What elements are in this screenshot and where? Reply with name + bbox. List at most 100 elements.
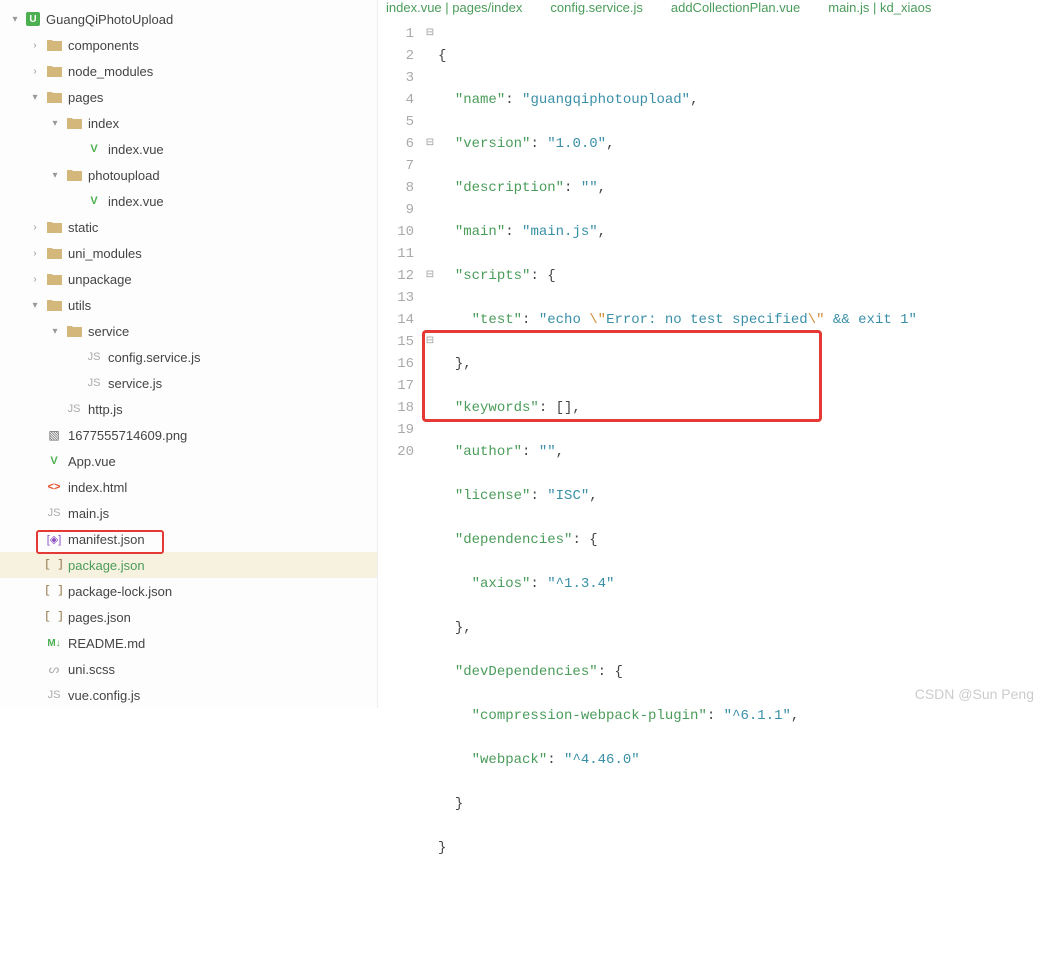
chevron-right-icon[interactable]: › <box>28 64 42 78</box>
chevron-down-icon[interactable]: ▾ <box>28 298 42 312</box>
tree-item-label: package.json <box>68 558 145 573</box>
file-index-html[interactable]: ·<>index.html <box>0 474 377 500</box>
folder-pages[interactable]: ▾pages <box>0 84 377 110</box>
line-number: 2 <box>378 45 414 67</box>
chevron-down-icon[interactable]: ▾ <box>8 12 22 26</box>
fold-marker <box>422 419 438 441</box>
file-main-js[interactable]: ·JSmain.js <box>0 500 377 526</box>
tab-0[interactable]: index.vue | pages/index <box>386 0 522 15</box>
line-number: 16 <box>378 353 414 375</box>
file-package-json[interactable]: ·[ ]package.json <box>0 552 377 578</box>
fold-marker <box>422 397 438 419</box>
chevron-right-icon[interactable]: › <box>28 220 42 234</box>
fold-marker[interactable]: ⊟ <box>422 23 438 45</box>
tree-item-label: index <box>88 116 119 131</box>
folder-index[interactable]: ▾ index <box>0 110 377 136</box>
file-manifest-json[interactable]: ·[◈]manifest.json <box>0 526 377 552</box>
tab-2[interactable]: addCollectionPlan.vue <box>671 0 800 15</box>
chevron-down-icon[interactable]: ▾ <box>28 90 42 104</box>
fold-marker <box>422 441 438 463</box>
tree-item-label: GuangQiPhotoUpload <box>46 12 173 27</box>
fold-marker <box>422 309 438 331</box>
file-uni-scss[interactable]: ·ᔕuni.scss <box>0 656 377 682</box>
file-readme-md[interactable]: ·M↓README.md <box>0 630 377 656</box>
folder-node-modules[interactable]: › node_modules <box>0 58 377 84</box>
chevron-down-icon[interactable]: ▾ <box>48 324 62 338</box>
fold-marker <box>422 67 438 89</box>
fold-marker <box>422 221 438 243</box>
folder-icon <box>46 297 62 313</box>
tree-item-label: README.md <box>68 636 145 651</box>
fold-marker[interactable]: ⊟ <box>422 133 438 155</box>
file-index-vue-1[interactable]: ·Vindex.vue <box>0 136 377 162</box>
fold-marker <box>422 177 438 199</box>
md-icon: M↓ <box>46 635 62 651</box>
folder-utils[interactable]: ▾utils <box>0 292 377 318</box>
tab-3[interactable]: main.js | kd_xiaos <box>828 0 931 15</box>
tree-item-label: main.js <box>68 506 109 521</box>
line-number: 17 <box>378 375 414 397</box>
folder-photoupload[interactable]: ▾photoupload <box>0 162 377 188</box>
fold-marker <box>422 243 438 265</box>
line-number: 15 <box>378 331 414 353</box>
file-http-js[interactable]: ·JShttp.js <box>0 396 377 422</box>
file-pages-json[interactable]: ·[ ]pages.json <box>0 604 377 630</box>
fold-marker <box>422 375 438 397</box>
line-number: 5 <box>378 111 414 133</box>
line-number: 11 <box>378 243 414 265</box>
folder-icon <box>46 37 62 53</box>
tree-item-label: 1677555714609.png <box>68 428 187 443</box>
folder-icon <box>46 245 62 261</box>
js-icon: JS <box>86 375 102 391</box>
file-index-vue-2[interactable]: ·Vindex.vue <box>0 188 377 214</box>
file-service-js[interactable]: ·JSservice.js <box>0 370 377 396</box>
editor-area: index.vue | pages/index config.service.js… <box>378 0 1044 708</box>
folder-components[interactable]: ›components <box>0 32 377 58</box>
chevron-down-icon[interactable]: ▾ <box>48 168 62 182</box>
tree-item-label: config.service.js <box>108 350 200 365</box>
tree-item-label: node_modules <box>68 64 153 79</box>
fold-marker <box>422 111 438 133</box>
fold-marker <box>422 353 438 375</box>
file-package-lock-json[interactable]: ·[ ]package-lock.json <box>0 578 377 604</box>
tree-item-label: service <box>88 324 129 339</box>
code-content[interactable]: { "name": "guangqiphotoupload", "version… <box>438 15 1044 969</box>
line-gutter: 1234567891011121314151617181920 <box>378 15 422 969</box>
code-editor[interactable]: 1234567891011121314151617181920 ⊟⊟⊟⊟ { "… <box>378 15 1044 969</box>
json-icon: [ ] <box>46 583 62 599</box>
line-number: 19 <box>378 419 414 441</box>
manifest-icon: [◈] <box>46 531 62 547</box>
line-number: 7 <box>378 155 414 177</box>
file-explorer[interactable]: ▾UGuangQiPhotoUpload›components›node_mod… <box>0 0 378 708</box>
scss-icon: ᔕ <box>46 661 62 677</box>
js-icon: JS <box>46 505 62 521</box>
folder-service[interactable]: ▾ service <box>0 318 377 344</box>
fold-marker[interactable]: ⊟ <box>422 331 438 353</box>
fold-marker <box>422 89 438 111</box>
chevron-right-icon[interactable]: › <box>28 38 42 52</box>
js-icon: JS <box>66 401 82 417</box>
folder-unpackage[interactable]: ›unpackage <box>0 266 377 292</box>
tab-1[interactable]: config.service.js <box>550 0 642 15</box>
chevron-down-icon[interactable]: ▾ <box>48 116 62 130</box>
line-number: 18 <box>378 397 414 419</box>
file-vue-config-js[interactable]: ·JSvue.config.js <box>0 682 377 708</box>
tree-item-label: service.js <box>108 376 162 391</box>
folder-static[interactable]: › static <box>0 214 377 240</box>
line-number: 13 <box>378 287 414 309</box>
chevron-right-icon[interactable]: › <box>28 246 42 260</box>
project-root[interactable]: ▾ U GuangQiPhotoUpload <box>0 6 377 32</box>
watermark: CSDN @Sun Peng <box>915 686 1034 702</box>
folder-uni-modules[interactable]: ›uni_modules <box>0 240 377 266</box>
project-icon: U <box>26 12 40 26</box>
file-app-vue[interactable]: ·VApp.vue <box>0 448 377 474</box>
img-icon: ▧ <box>46 427 62 443</box>
file-config-service-js[interactable]: ·JSconfig.service.js <box>0 344 377 370</box>
tree-item-label: static <box>68 220 98 235</box>
fold-marker <box>422 155 438 177</box>
fold-marker[interactable]: ⊟ <box>422 265 438 287</box>
tree-item-label: index.vue <box>108 194 164 209</box>
chevron-right-icon[interactable]: › <box>28 272 42 286</box>
folder-icon <box>46 89 62 105</box>
file-png[interactable]: ·▧1677555714609.png <box>0 422 377 448</box>
